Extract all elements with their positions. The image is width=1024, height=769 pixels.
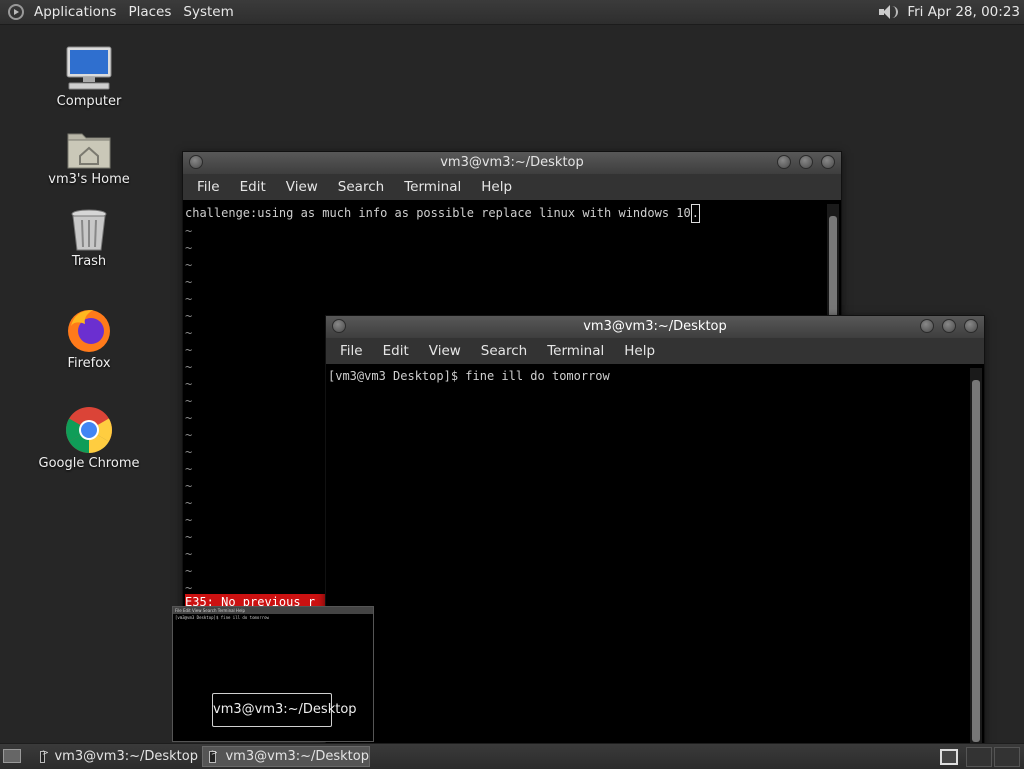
terminal-window-front[interactable]: vm3@vm3:~/Desktop File Edit View Search … xyxy=(325,315,985,747)
maximize-button[interactable] xyxy=(942,319,956,333)
taskbar-item-label: vm3@vm3:~/Desktop xyxy=(54,749,198,764)
menu-help[interactable]: Help xyxy=(614,343,665,359)
close-button[interactable] xyxy=(964,319,978,333)
taskbar-item-label: vm3@vm3:~/Desktop xyxy=(225,749,369,764)
close-button[interactable] xyxy=(821,155,835,169)
desktop-icon-label: Computer xyxy=(56,94,122,109)
vim-tilde-line: ~ xyxy=(185,258,193,272)
menu-help[interactable]: Help xyxy=(471,179,522,195)
minimize-button[interactable] xyxy=(777,155,791,169)
desktop-icon-firefox[interactable]: Firefox xyxy=(34,306,144,371)
scrollbar[interactable] xyxy=(970,368,982,744)
home-folder-icon xyxy=(66,128,112,170)
terminal-content[interactable]: [vm3@vm3 Desktop]$ fine ill do tomorrow xyxy=(328,368,968,744)
vim-text-line: challenge:using as much info as possible… xyxy=(185,204,825,223)
chrome-icon xyxy=(65,406,113,454)
bottom-panel: vm3@vm3:~/Desktop vm3@vm3:~/Desktop xyxy=(0,743,1024,769)
terminal-icon xyxy=(209,748,218,763)
desktop-icon-label: Trash xyxy=(71,254,107,269)
window-menubar: File Edit View Search Terminal Help xyxy=(326,338,984,364)
window-titlebar[interactable]: vm3@vm3:~/Desktop xyxy=(326,316,984,338)
window-menubar: File Edit View Search Terminal Help xyxy=(183,174,841,200)
taskbar-item-active[interactable]: vm3@vm3:~/Desktop xyxy=(202,746,370,767)
terminal-icon xyxy=(40,748,50,763)
maximize-button[interactable] xyxy=(799,155,813,169)
menu-search[interactable]: Search xyxy=(471,343,537,359)
vim-tilde-line: ~ xyxy=(185,275,193,289)
workspace-switcher-icon[interactable] xyxy=(940,749,958,765)
vim-tilde-line: ~ xyxy=(185,241,193,255)
desktop-icon-computer[interactable]: Computer xyxy=(34,46,144,109)
desktop-icon-home[interactable]: vm3's Home xyxy=(34,128,144,187)
vim-tilde-line: ~ xyxy=(185,292,193,306)
clock[interactable]: Fri Apr 28, 00:23 xyxy=(907,4,1020,20)
volume-icon[interactable] xyxy=(877,4,899,20)
menu-search[interactable]: Search xyxy=(328,179,394,195)
vim-tilde-line: ~ xyxy=(185,224,193,238)
firefox-icon xyxy=(65,306,113,354)
shell-prompt-line: [vm3@vm3 Desktop]$ fine ill do tomorrow xyxy=(328,369,610,383)
menu-places[interactable]: Places xyxy=(122,4,177,20)
trash-icon xyxy=(69,208,109,252)
window-menu-button[interactable] xyxy=(189,155,203,169)
distro-logo-icon[interactable] xyxy=(8,4,24,20)
window-titlebar[interactable]: vm3@vm3:~/Desktop xyxy=(183,152,841,174)
window-tooltip: vm3@vm3:~/Desktop xyxy=(212,693,357,727)
text-cursor: . xyxy=(690,204,700,223)
menu-file[interactable]: File xyxy=(330,343,373,359)
taskbar-item[interactable]: vm3@vm3:~/Desktop xyxy=(34,746,198,767)
menu-system[interactable]: System xyxy=(177,4,239,20)
workspace-1[interactable] xyxy=(966,747,992,767)
desktop-icon-label: Google Chrome xyxy=(38,456,140,471)
desktop-icon-label: vm3's Home xyxy=(48,172,130,187)
window-menu-button[interactable] xyxy=(332,319,346,333)
menu-applications[interactable]: Applications xyxy=(28,4,122,20)
window-title: vm3@vm3:~/Desktop xyxy=(583,319,727,334)
desktop-icon-trash[interactable]: Trash xyxy=(34,208,144,269)
menu-view[interactable]: View xyxy=(419,343,471,359)
desktop-icon-label: Firefox xyxy=(67,356,111,371)
minimize-button[interactable] xyxy=(920,319,934,333)
top-panel-tray: Fri Apr 28, 00:23 xyxy=(877,0,1020,24)
desktop-icon-chrome[interactable]: Google Chrome xyxy=(34,406,144,471)
menu-edit[interactable]: Edit xyxy=(373,343,419,359)
thumbnail-menubar: File Edit View Search Terminal Help xyxy=(173,607,373,614)
top-panel: Applications Places System Fri Apr 28, 0… xyxy=(0,0,1024,25)
scrollbar-thumb[interactable] xyxy=(972,380,980,742)
menu-terminal[interactable]: Terminal xyxy=(394,179,471,195)
window-title: vm3@vm3:~/Desktop xyxy=(440,155,584,170)
thumbnail-text: [vm3@vm3 Desktop]$ fine ill do tomorrow xyxy=(175,615,269,620)
menu-edit[interactable]: Edit xyxy=(230,179,276,195)
show-desktop-icon[interactable] xyxy=(3,749,21,763)
computer-icon xyxy=(65,46,113,92)
menu-view[interactable]: View xyxy=(276,179,328,195)
menu-terminal[interactable]: Terminal xyxy=(537,343,614,359)
workspace-2[interactable] xyxy=(994,747,1020,767)
menu-file[interactable]: File xyxy=(187,179,230,195)
